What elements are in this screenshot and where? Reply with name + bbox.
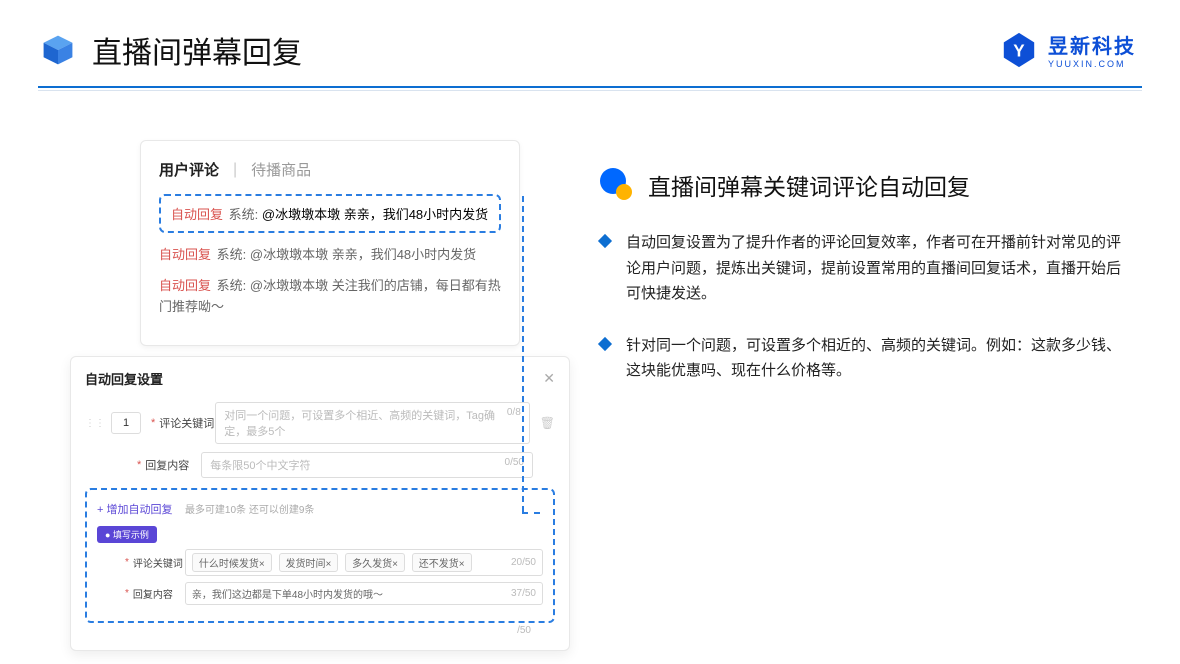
chat-bubbles-icon — [600, 168, 634, 202]
tab-user-comments[interactable]: 用户评论 — [159, 159, 219, 180]
brand-name: 昱新科技 — [1048, 30, 1136, 59]
close-icon[interactable]: ✕ — [543, 370, 555, 387]
connector-line — [522, 196, 524, 512]
brand-domain: YUUXIN.COM — [1048, 59, 1136, 69]
example-reply-input[interactable]: 亲，我们这边都是下单48小时内发货的哦～ 37/50 — [185, 582, 543, 605]
divider — [38, 86, 1142, 88]
svg-text:Y: Y — [1013, 41, 1025, 60]
diamond-bullet-icon — [598, 234, 612, 248]
comments-panel: 用户评论 | 待播商品 自动回复 系统: @冰墩墩本墩 亲亲，我们48小时内发货… — [140, 140, 520, 346]
highlighted-comment: 自动回复 系统: @冰墩墩本墩 亲亲，我们48小时内发货 — [159, 194, 501, 233]
cube-icon — [40, 32, 76, 68]
comment-item: 自动回复 系统: @冰墩墩本墩 亲亲，我们48小时内发货 — [159, 245, 501, 266]
example-block: + 增加自动回复 最多可建10条 还可以创建9条 ● 填写示例 * 评论关键词 … — [85, 488, 555, 623]
reply-input[interactable]: 每条限50个中文字符 0/50 — [201, 452, 533, 478]
bullet-text: 针对同一个问题，可设置多个相近的、高频的关键词。例如：这款多少钱、这块能优惠吗、… — [626, 333, 1130, 384]
diamond-bullet-icon — [598, 336, 612, 350]
reply-label: 回复内容 — [145, 457, 201, 473]
comment-text: @冰墩墩本墩 亲亲，我们48小时内发货 — [262, 207, 488, 222]
keyword-label: 评论关键词 — [159, 415, 215, 431]
brand-mark-icon: Y — [1000, 31, 1038, 69]
divider — [38, 90, 1142, 91]
bullet-text: 自动回复设置为了提升作者的评论回复效率，作者可在开播前针对常见的评论用户问题，提… — [626, 230, 1130, 307]
keyword-tag[interactable]: 多久发货× — [345, 553, 405, 572]
keyword-tag[interactable]: 还不发货× — [412, 553, 472, 572]
page-title: 直播间弹幕回复 — [92, 28, 302, 72]
brand-logo: Y 昱新科技 YUUXIN.COM — [1000, 30, 1136, 69]
system-label: 系统: — [229, 207, 259, 222]
example-keyword-input[interactable]: 什么时候发货× 发货时间× 多久发货× 还不发货× 20/50 — [185, 549, 543, 576]
section-title: 直播间弹幕关键词评论自动回复 — [648, 168, 970, 202]
drag-handle-icon[interactable]: ⋮⋮ — [85, 418, 105, 429]
example-badge: ● 填写示例 — [97, 526, 157, 543]
keyword-tag[interactable]: 发货时间× — [279, 553, 339, 572]
keyword-tag[interactable]: 什么时候发货× — [192, 553, 272, 572]
panel-title: 自动回复设置 — [85, 369, 163, 388]
auto-reply-badge: 自动回复 — [171, 207, 223, 222]
delete-icon[interactable]: 🗑 — [540, 416, 555, 430]
add-note: 最多可建10条 还可以创建9条 — [185, 505, 314, 516]
keyword-input[interactable]: 对同一个问题，可设置多个相近、高频的关键词，Tag确定，最多5个 0/8 — [215, 402, 529, 444]
comment-item: 自动回复 系统: @冰墩墩本墩 关注我们的店铺，每日都有热门推荐呦～ — [159, 276, 501, 318]
auto-reply-settings-panel: 自动回复设置 ✕ ⋮⋮ * 评论关键词 对同一个问题，可设置多个相近、高频的关键… — [70, 356, 570, 651]
add-auto-reply-button[interactable]: + 增加自动回复 — [97, 504, 172, 516]
connector-line — [522, 512, 540, 514]
order-input[interactable] — [111, 412, 141, 434]
char-count: /50 — [85, 625, 531, 636]
tab-pending-goods[interactable]: 待播商品 — [251, 159, 311, 180]
